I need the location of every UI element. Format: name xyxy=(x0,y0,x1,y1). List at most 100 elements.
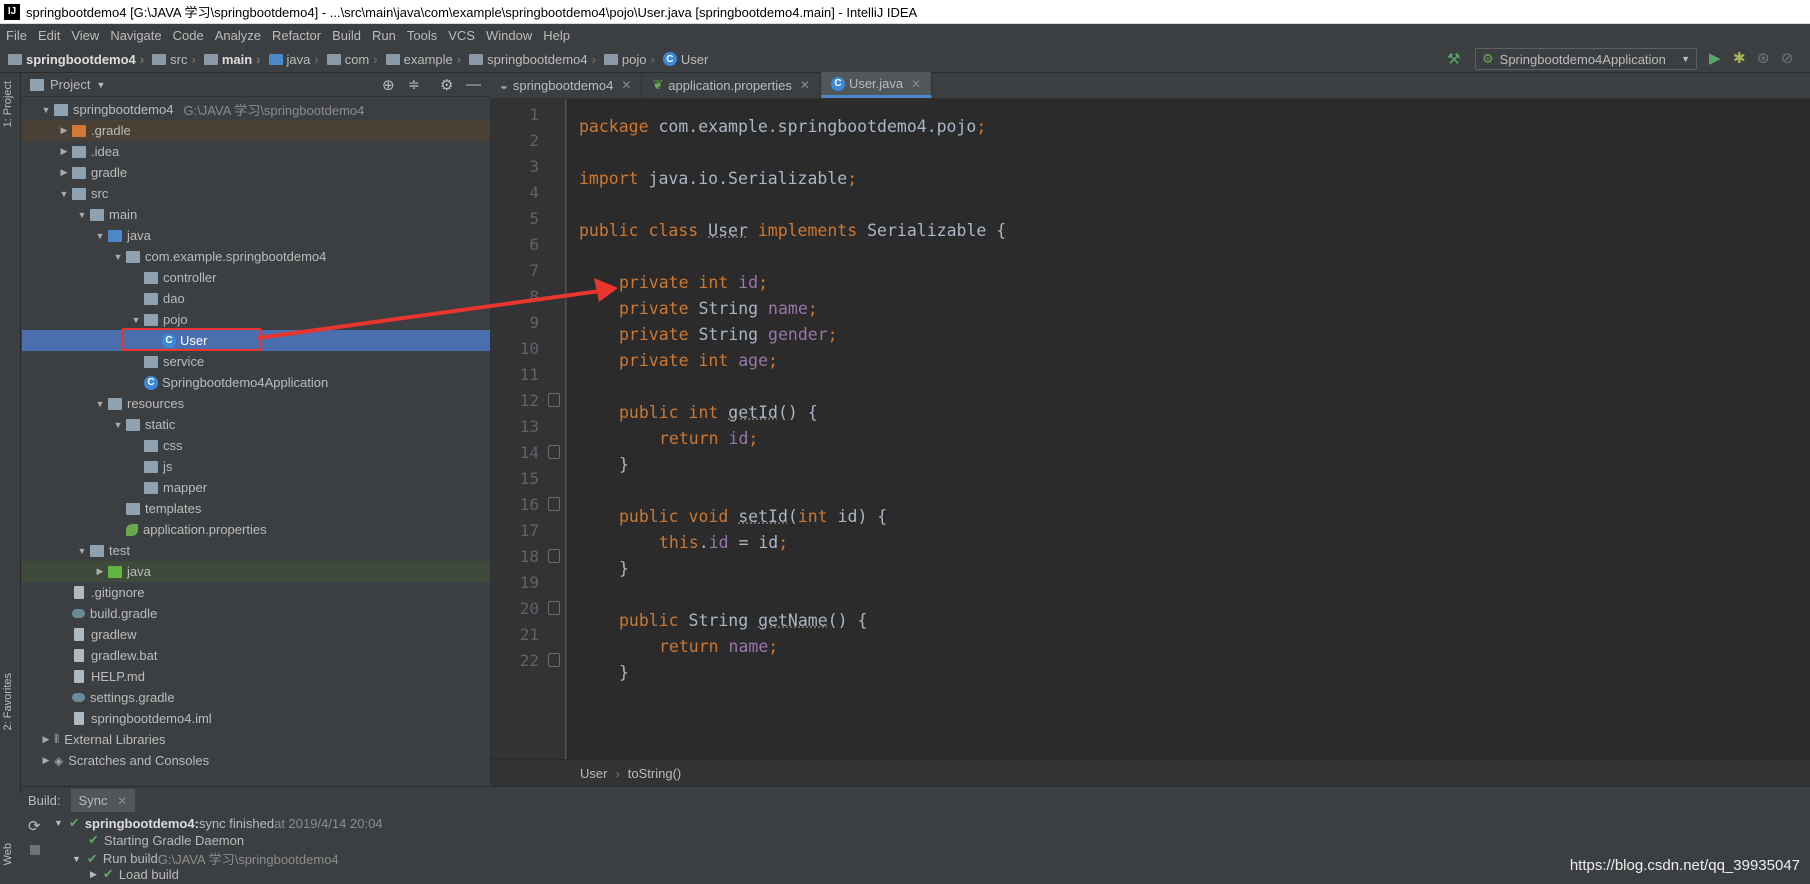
tree-item[interactable]: ▶ .idea xyxy=(22,141,490,162)
locate-icon[interactable]: ⊕ xyxy=(382,76,395,94)
tree-item[interactable]: mapper xyxy=(22,477,490,498)
menu-navigate[interactable]: Navigate xyxy=(110,28,161,43)
hide-icon[interactable]: — xyxy=(466,76,481,93)
tree-item[interactable]: ▼ springbootdemo4 G:\JAVA 学习\springbootdem… xyxy=(22,99,490,120)
tree-item[interactable]: gradlew.bat xyxy=(22,645,490,666)
menu-edit[interactable]: Edit xyxy=(38,28,60,43)
tree-item[interactable]: springbootdemo4.iml xyxy=(22,708,490,729)
gear-icon[interactable]: ⚙ xyxy=(440,76,453,94)
breadcrumb-user[interactable]: C User xyxy=(662,52,708,67)
menu-window[interactable]: Window xyxy=(486,28,532,43)
breadcrumb-java[interactable]: java › xyxy=(268,52,323,67)
debug-icon[interactable]: ✱ xyxy=(1733,49,1746,67)
tree-item[interactable]: ▼ main xyxy=(22,204,490,225)
tree-item[interactable]: ▼ static xyxy=(22,414,490,435)
breadcrumb-project[interactable]: springbootdemo4 › xyxy=(8,52,148,67)
menu-tools[interactable]: Tools xyxy=(407,28,437,43)
fold-marker-icon[interactable] xyxy=(548,497,560,511)
build-row-load-build[interactable]: ▶ ✔ Load build xyxy=(90,866,179,882)
tree-item[interactable]: ▼ com.example.springbootdemo4 xyxy=(22,246,490,267)
menu-help[interactable]: Help xyxy=(543,28,570,43)
chevron-right-icon[interactable]: ▶ xyxy=(56,125,72,136)
tree-item[interactable]: settings.gradle xyxy=(22,687,490,708)
code-editor[interactable]: package com.example.springbootdemo4.pojo… xyxy=(567,99,1810,759)
tree-item[interactable]: application.properties xyxy=(22,519,490,540)
tree-item[interactable]: ▶ .gradle xyxy=(22,120,490,141)
close-icon[interactable]: ✕ xyxy=(911,77,921,91)
fold-marker-icon[interactable] xyxy=(548,549,560,563)
fold-marker-icon[interactable] xyxy=(548,653,560,667)
hammer-icon[interactable]: ⚒ xyxy=(1447,50,1460,68)
tree-item[interactable]: ▶ ◈ Scratches and Consoles xyxy=(22,750,490,771)
tree-item[interactable]: C User xyxy=(22,330,490,351)
run-configuration-select[interactable]: ⚙ Springbootdemo4Application ▼ xyxy=(1475,48,1697,70)
tab-web[interactable]: Web xyxy=(2,843,14,865)
tree-item[interactable]: ▶ java xyxy=(22,561,490,582)
tab-project[interactable]: 1: Project xyxy=(2,81,14,127)
menu-build[interactable]: Build xyxy=(332,28,361,43)
tab-application-properties[interactable]: ❦ application.properties ✕ xyxy=(642,72,821,98)
coverage-icon[interactable]: ⊛ xyxy=(1757,49,1770,67)
tree-item[interactable]: build.gradle xyxy=(22,603,490,624)
menu-code[interactable]: Code xyxy=(173,28,204,43)
fold-marker-icon[interactable] xyxy=(548,601,560,615)
fold-marker-icon[interactable] xyxy=(548,445,560,459)
close-icon[interactable]: ✕ xyxy=(117,794,127,808)
stop-build-icon[interactable] xyxy=(30,845,40,855)
build-row-daemon[interactable]: ✔ Starting Gradle Daemon xyxy=(88,832,244,848)
tree-item[interactable]: ▼ pojo xyxy=(22,309,490,330)
fold-marker-icon[interactable] xyxy=(548,393,560,407)
chevron-down-icon[interactable]: ▼ xyxy=(110,420,126,430)
chevron-down-icon[interactable]: ▼ xyxy=(74,210,90,220)
chevron-down-icon[interactable]: ▼ xyxy=(56,189,72,199)
tree-item[interactable]: C Springbootdemo4Application xyxy=(22,372,490,393)
tree-item[interactable]: ▶ gradle xyxy=(22,162,490,183)
breadcrumb-com[interactable]: com › xyxy=(326,52,382,67)
tree-item[interactable]: templates xyxy=(22,498,490,519)
project-view-selector[interactable]: Project xyxy=(50,77,90,92)
close-icon[interactable]: ✕ xyxy=(800,78,810,92)
build-row-sync[interactable]: ▼ ✔ springbootdemo4: sync finished at 20… xyxy=(54,815,383,831)
chevron-right-icon[interactable]: ▶ xyxy=(56,146,72,157)
tab-springbootdemo4[interactable]: ◒ springbootdemo4 ✕ xyxy=(490,72,643,98)
tree-item[interactable]: service xyxy=(22,351,490,372)
tree-item[interactable]: ▼ test xyxy=(22,540,490,561)
menu-refactor[interactable]: Refactor xyxy=(272,28,321,43)
breadcrumb-pojo[interactable]: pojo › xyxy=(603,52,659,67)
close-icon[interactable]: ✕ xyxy=(621,78,631,92)
chevron-right-icon[interactable]: ▶ xyxy=(92,566,108,577)
sync-icon[interactable]: ⟳ xyxy=(28,817,41,835)
tab-favorites[interactable]: 2: Favorites xyxy=(2,673,14,730)
crumb-user[interactable]: User xyxy=(580,766,607,781)
tree-item[interactable]: controller xyxy=(22,267,490,288)
crumb-tostring[interactable]: toString() xyxy=(628,766,681,781)
menu-view[interactable]: View xyxy=(71,28,99,43)
tree-item[interactable]: ▼ resources xyxy=(22,393,490,414)
chevron-right-icon[interactable]: ▶ xyxy=(56,167,72,178)
menu-analyze[interactable]: Analyze xyxy=(215,28,261,43)
chevron-down-icon[interactable]: ▼ xyxy=(92,399,108,409)
breadcrumb-springbootdemo4[interactable]: springbootdemo4 › xyxy=(469,52,600,67)
tree-item[interactable]: ▶ ⦀ External Libraries xyxy=(22,729,490,750)
tree-item[interactable]: .gitignore xyxy=(22,582,490,603)
menu-file[interactable]: File xyxy=(6,28,27,43)
menu-vcs[interactable]: VCS xyxy=(448,28,475,43)
breadcrumb-example[interactable]: example › xyxy=(385,52,465,67)
tab-user-java[interactable]: C User.java ✕ xyxy=(820,72,933,98)
tab-sync[interactable]: Sync ✕ xyxy=(70,788,136,812)
stop-icon[interactable]: ⊘ xyxy=(1781,49,1794,67)
run-icon[interactable]: ▶ xyxy=(1709,49,1721,67)
tree-item[interactable]: js xyxy=(22,456,490,477)
tree-item[interactable]: ▼ src xyxy=(22,183,490,204)
chevron-down-icon[interactable]: ▼ xyxy=(128,315,144,325)
breadcrumb-main[interactable]: main › xyxy=(203,52,265,67)
tree-item[interactable]: css xyxy=(22,435,490,456)
breadcrumb-src[interactable]: src › xyxy=(152,52,200,67)
menu-run[interactable]: Run xyxy=(372,28,396,43)
tree-item[interactable]: dao xyxy=(22,288,490,309)
tree-item[interactable]: ▼ java xyxy=(22,225,490,246)
chevron-right-icon[interactable]: ▶ xyxy=(38,755,54,766)
collapse-all-icon[interactable]: ≑ xyxy=(408,76,420,93)
tree-item[interactable]: HELP.md xyxy=(22,666,490,687)
chevron-down-icon[interactable]: ▼ xyxy=(74,546,90,556)
